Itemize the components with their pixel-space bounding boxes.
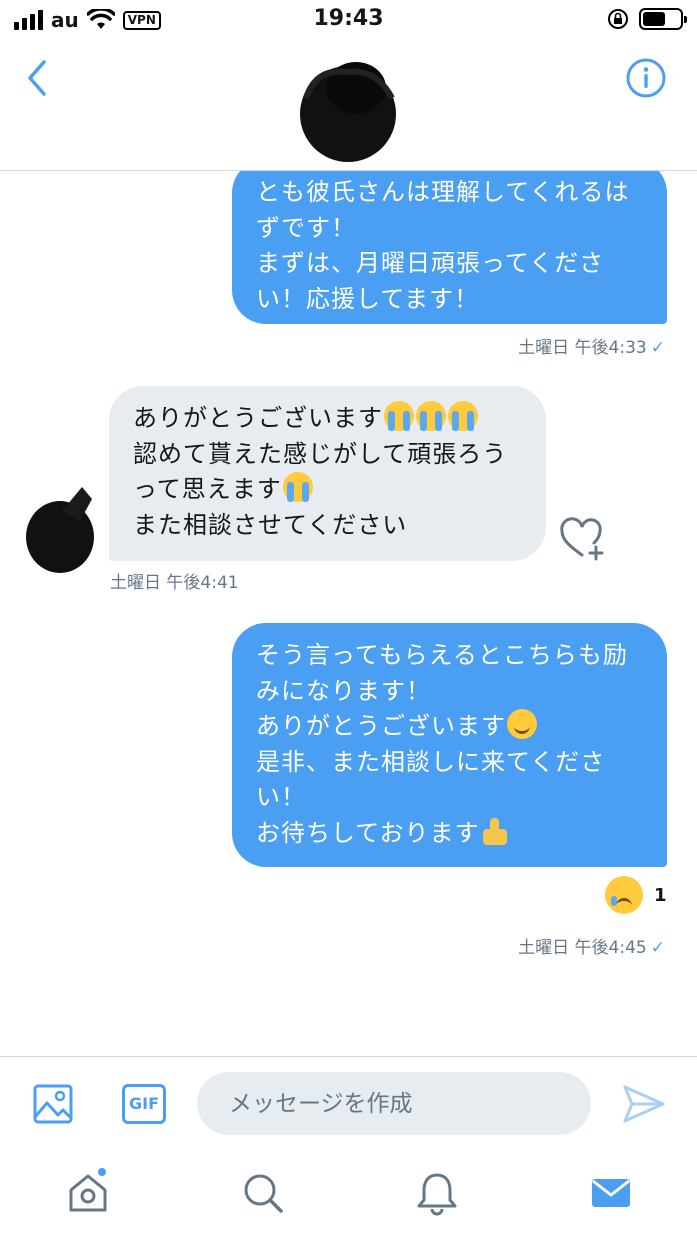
crying-face-emoji	[605, 876, 643, 914]
reaction-count: 1	[654, 884, 667, 906]
message-bubble-outgoing[interactable]: そう言ってもらえるとこちらも励 みになります！ ありがとうございます 是非、また…	[232, 623, 667, 867]
thumbs-up-emoji	[481, 816, 511, 846]
image-icon[interactable]	[32, 1083, 74, 1125]
loudly-crying-emoji	[448, 401, 478, 431]
message-input[interactable]	[197, 1072, 591, 1135]
conversation-header	[0, 40, 697, 171]
orientation-lock-icon	[608, 9, 628, 29]
search-icon[interactable]	[240, 1170, 286, 1216]
read-check-icon: ✓	[650, 338, 665, 358]
smiling-face-emoji	[507, 709, 537, 739]
message-bubble-outgoing[interactable]: とも彼氏さんは理解してくれるは ずです！ まずは、月曜日頑張ってくださ い！応援…	[232, 171, 667, 324]
mail-icon[interactable]	[588, 1170, 634, 1216]
bell-icon[interactable]	[414, 1170, 460, 1216]
gif-button[interactable]: GIF	[122, 1084, 166, 1124]
message-timestamp: 土曜日 午後4:33 ✓	[518, 338, 665, 358]
message-reaction[interactable]: 1	[604, 876, 667, 914]
tab-bar	[0, 1152, 697, 1240]
send-icon[interactable]	[622, 1083, 666, 1125]
loudly-crying-emoji	[416, 401, 446, 431]
heart-plus-icon[interactable]	[558, 517, 606, 561]
message-timestamp: 土曜日 午後4:41	[110, 573, 239, 593]
info-icon[interactable]	[625, 57, 667, 99]
loudly-crying-emoji	[282, 472, 313, 502]
status-bar: au VPN 19:43	[0, 0, 697, 40]
message-list[interactable]: とも彼氏さんは理解してくれるは ずです！ まずは、月曜日頑張ってくださ い！応援…	[0, 171, 697, 1056]
message-composer: GIF	[0, 1056, 697, 1152]
message-bubble-incoming[interactable]: ありがとうございます 認めて貰えた感じがして頑張ろう って思えます また相談させ…	[109, 386, 546, 561]
sender-avatar-redacted[interactable]	[22, 481, 100, 577]
loudly-crying-emoji	[384, 401, 414, 431]
read-check-icon: ✓	[650, 938, 665, 958]
battery-icon	[639, 8, 687, 30]
back-chevron-icon[interactable]	[22, 58, 52, 98]
contact-avatar-redacted[interactable]	[296, 58, 400, 166]
message-timestamp: 土曜日 午後4:45 ✓	[518, 938, 665, 958]
clock: 19:43	[313, 6, 384, 31]
notification-dot	[96, 1166, 108, 1178]
